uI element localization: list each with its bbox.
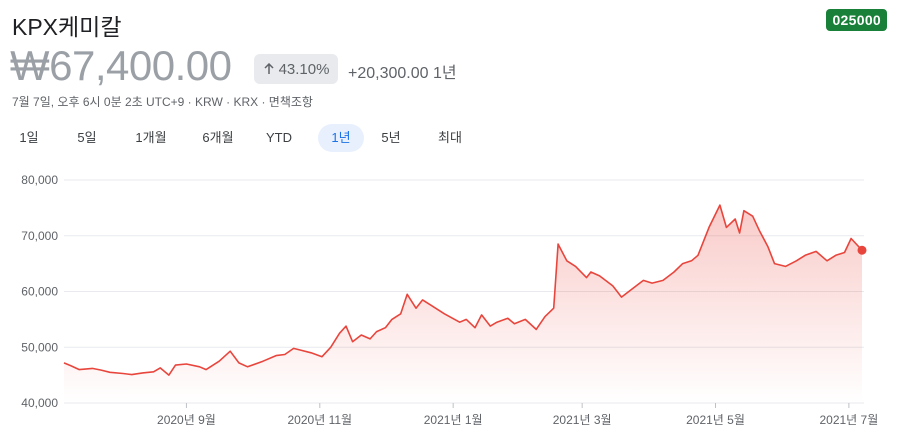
price-chart: 80,000 70,000 60,000 50,000 40,000 2020년 9월 20… bbox=[21, 173, 878, 427]
x-tick-label: 2021년 7월 bbox=[819, 413, 878, 427]
x-tick-label: 2021년 5월 bbox=[686, 413, 745, 427]
x-tick-label: 2020년 9월 bbox=[157, 413, 216, 427]
y-tick-label: 50,000 bbox=[21, 340, 58, 354]
y-tick-label: 40,000 bbox=[21, 396, 58, 410]
x-tick-label: 2021년 3월 bbox=[553, 413, 612, 427]
price-area-fill bbox=[64, 205, 862, 403]
x-tick-label: 2021년 1월 bbox=[424, 413, 483, 427]
y-tick-label: 70,000 bbox=[21, 229, 58, 243]
x-tick-label: 2020년 11월 bbox=[288, 413, 353, 427]
y-tick-label: 60,000 bbox=[21, 285, 58, 299]
last-price-marker bbox=[857, 245, 867, 255]
y-tick-label: 80,000 bbox=[21, 173, 58, 187]
